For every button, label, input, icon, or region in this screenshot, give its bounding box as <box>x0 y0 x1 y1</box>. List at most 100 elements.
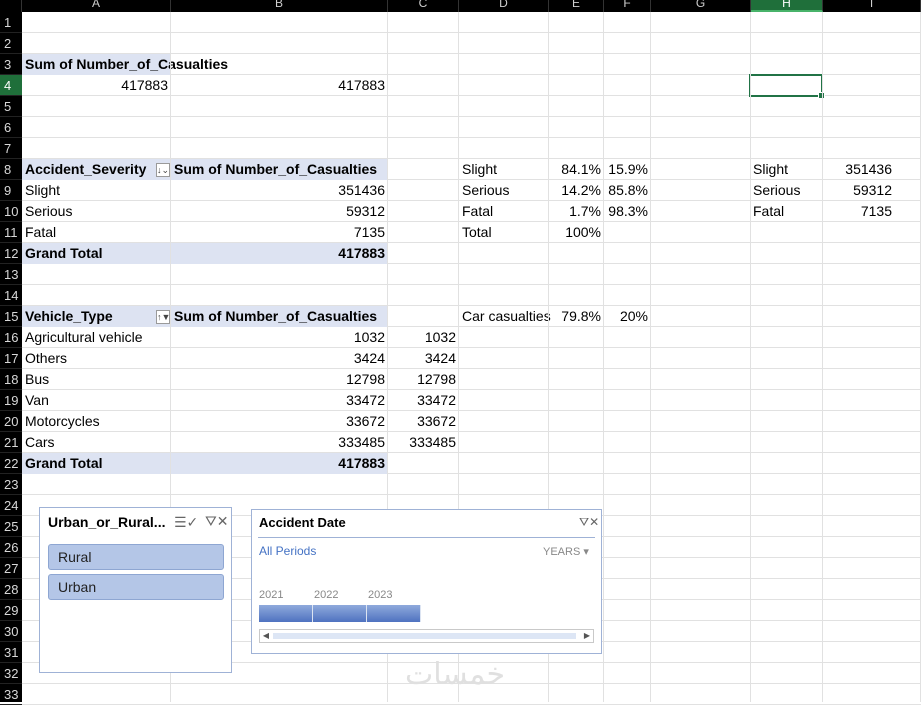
pivot3-row-value-3[interactable]: 33472 <box>171 390 388 411</box>
pivot3-row-label[interactable]: Vehicle_Type <box>22 306 171 327</box>
timeline-bar-2022[interactable] <box>313 605 367 622</box>
slicer-item-urban[interactable]: Urban <box>48 574 224 600</box>
filter-applied-dropdown-icon[interactable]: ↑▼ <box>156 310 170 324</box>
row-header-24[interactable]: 24 <box>0 495 22 516</box>
pivot3-row-label-2[interactable]: Bus <box>22 369 171 390</box>
severity-pct-3[interactable]: 100% <box>549 222 604 243</box>
row-header-19[interactable]: 19 <box>0 390 22 411</box>
row-header-11[interactable]: 11 <box>0 222 22 243</box>
severity-pct-label-1[interactable]: Serious <box>459 180 549 201</box>
pivot3-row-copy-0[interactable]: 1032 <box>388 327 459 348</box>
column-header-d[interactable]: D <box>459 0 549 12</box>
active-cell-selection[interactable] <box>749 74 825 99</box>
row-header-16[interactable]: 16 <box>0 327 22 348</box>
row-header-1[interactable]: 1 <box>0 12 22 33</box>
severity-rest-1[interactable]: 85.8% <box>604 180 651 201</box>
column-header-e[interactable]: E <box>549 0 604 12</box>
row-header-18[interactable]: 18 <box>0 369 22 390</box>
pivot3-row-copy-4[interactable]: 33672 <box>388 411 459 432</box>
row-header-22[interactable]: 22 <box>0 453 22 474</box>
timeline-bar-2023[interactable] <box>367 605 421 622</box>
row-header-32[interactable]: 32 <box>0 663 22 684</box>
column-header-g[interactable]: G <box>651 0 751 12</box>
car-casualties-rest[interactable]: 20% <box>604 306 651 327</box>
row-header-30[interactable]: 30 <box>0 621 22 642</box>
scroll-right-icon[interactable]: ▶ <box>581 630 593 642</box>
pivot3-row-label-3[interactable]: Van <box>22 390 171 411</box>
timeline-bar-2021[interactable] <box>259 605 313 622</box>
severity-copy-value-2[interactable]: 7135 <box>822 201 895 222</box>
car-casualties-pct[interactable]: 79.8% <box>549 306 604 327</box>
severity-pct-0[interactable]: 84.1% <box>549 159 604 180</box>
row-header-10[interactable]: 10 <box>0 201 22 222</box>
pivot2-total-value[interactable]: 417883 <box>171 243 388 264</box>
row-header-23[interactable]: 23 <box>0 474 22 495</box>
row-header-6[interactable]: 6 <box>0 117 22 138</box>
row-header-20[interactable]: 20 <box>0 411 22 432</box>
row-header-13[interactable]: 13 <box>0 264 22 285</box>
scrollbar-thumb[interactable] <box>273 633 576 639</box>
pivot3-row-value-0[interactable]: 1032 <box>171 327 388 348</box>
sort-filter-dropdown-icon[interactable]: ↓⌄ <box>156 163 170 177</box>
severity-copy-label-0[interactable]: Slight <box>750 159 822 180</box>
row-header-21[interactable]: 21 <box>0 432 22 453</box>
pivot2-row-value-1[interactable]: 59312 <box>171 201 388 222</box>
severity-rest-2[interactable]: 98.3% <box>604 201 651 222</box>
pivot3-row-copy-5[interactable]: 333485 <box>388 432 459 453</box>
severity-pct-label-3[interactable]: Total <box>459 222 549 243</box>
pivot2-row-label[interactable]: Accident_Severity <box>22 159 171 180</box>
row-header-27[interactable]: 27 <box>0 558 22 579</box>
slicer-item-rural[interactable]: Rural <box>48 544 224 570</box>
accident-date-timeline[interactable]: Accident Date ⛛✕ All Periods YEARS ▾ 202… <box>251 509 602 654</box>
car-casualties-label[interactable]: Car casualties <box>459 306 554 327</box>
pivot3-row-copy-2[interactable]: 12798 <box>388 369 459 390</box>
row-header-28[interactable]: 28 <box>0 579 22 600</box>
row-header-14[interactable]: 14 <box>0 285 22 306</box>
severity-pct-1[interactable]: 14.2% <box>549 180 604 201</box>
severity-pct-label-0[interactable]: Slight <box>459 159 549 180</box>
severity-copy-label-1[interactable]: Serious <box>750 180 822 201</box>
row-header-9[interactable]: 9 <box>0 180 22 201</box>
row-header-29[interactable]: 29 <box>0 600 22 621</box>
all-periods-link[interactable]: All Periods <box>259 544 316 558</box>
severity-copy-label-2[interactable]: Fatal <box>750 201 822 222</box>
pivot1-value-b[interactable]: 417883 <box>171 75 388 96</box>
pivot3-row-value-2[interactable]: 12798 <box>171 369 388 390</box>
row-header-7[interactable]: 7 <box>0 138 22 159</box>
row-header-25[interactable]: 25 <box>0 516 22 537</box>
severity-copy-value-0[interactable]: 351436 <box>822 159 895 180</box>
row-header-26[interactable]: 26 <box>0 537 22 558</box>
pivot3-value-label[interactable]: Sum of Number_of_Casualties <box>171 306 388 327</box>
clear-filter-icon[interactable]: ⛛✕ <box>579 515 599 530</box>
severity-copy-value-1[interactable]: 59312 <box>822 180 895 201</box>
clear-filter-icon[interactable]: ⛛✕ <box>205 513 229 530</box>
row-header-5[interactable]: 5 <box>0 96 22 117</box>
column-header-f[interactable]: F <box>604 0 651 12</box>
pivot2-row-label-0[interactable]: Slight <box>22 180 171 201</box>
urban-rural-slicer[interactable]: Urban_or_Rural... ☰✓ ⛛✕ Rural Urban <box>39 507 232 673</box>
pivot3-row-label-1[interactable]: Others <box>22 348 171 369</box>
pivot3-row-label-4[interactable]: Motorcycles <box>22 411 171 432</box>
pivot2-total-label[interactable]: Grand Total <box>22 243 171 264</box>
row-header-8[interactable]: 8 <box>0 159 22 180</box>
row-header-3[interactable]: 3 <box>0 54 22 75</box>
pivot1-value-a[interactable]: 417883 <box>22 75 171 96</box>
row-header-17[interactable]: 17 <box>0 348 22 369</box>
multi-select-icon[interactable]: ☰✓ <box>174 514 198 531</box>
column-header-h[interactable]: H <box>751 0 823 12</box>
column-header-c[interactable]: C <box>388 0 459 12</box>
pivot2-row-label-2[interactable]: Fatal <box>22 222 171 243</box>
scroll-left-icon[interactable]: ◀ <box>260 630 272 642</box>
pivot3-row-value-4[interactable]: 33672 <box>171 411 388 432</box>
pivot3-row-label-0[interactable]: Agricultural vehicle <box>22 327 171 348</box>
severity-pct-2[interactable]: 1.7% <box>549 201 604 222</box>
timeline-level-dropdown[interactable]: YEARS ▾ <box>543 545 589 558</box>
pivot3-row-copy-1[interactable]: 3424 <box>388 348 459 369</box>
pivot3-row-value-5[interactable]: 333485 <box>171 432 388 453</box>
row-header-31[interactable]: 31 <box>0 642 22 663</box>
row-header-2[interactable]: 2 <box>0 33 22 54</box>
severity-rest-0[interactable]: 15.9% <box>604 159 651 180</box>
row-header-4[interactable]: 4 <box>0 75 22 96</box>
column-header-a[interactable]: A <box>22 0 171 12</box>
pivot2-row-value-2[interactable]: 7135 <box>171 222 388 243</box>
